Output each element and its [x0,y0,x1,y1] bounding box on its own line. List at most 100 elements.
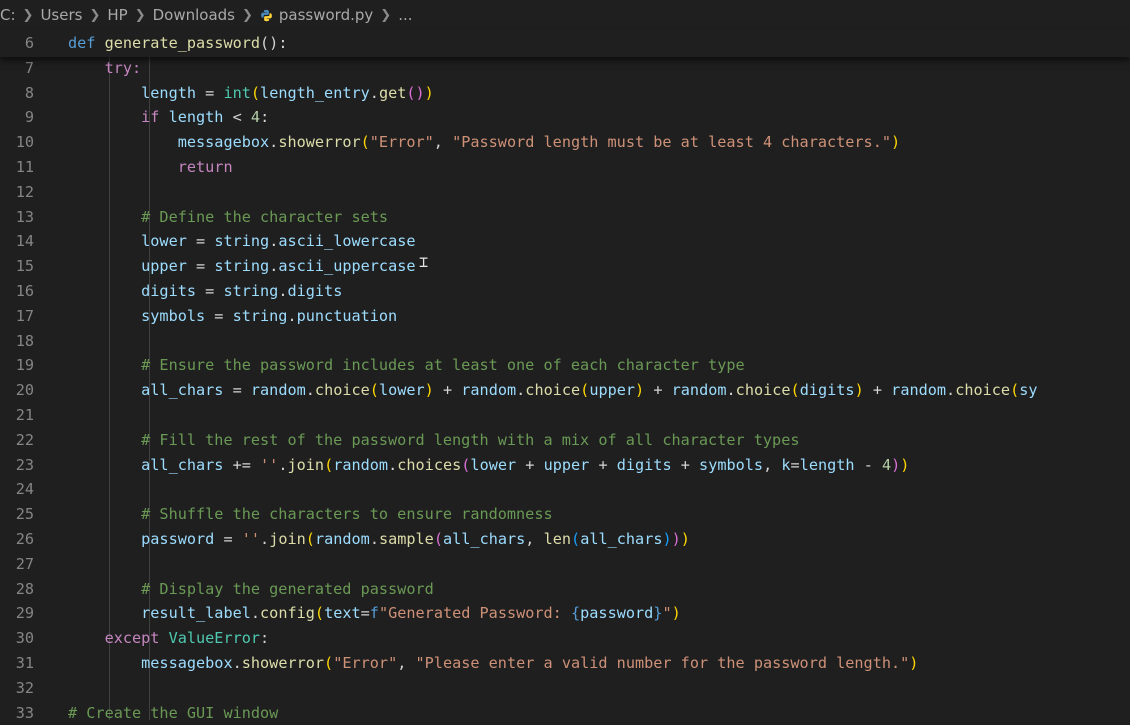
code-line[interactable]: 17 symbols = string.punctuation [0,304,1130,328]
code-line[interactable]: 32 [0,676,1130,700]
code-token: # Define the character sets [68,207,389,226]
line-number: 30 [15,629,34,648]
code-text: symbols = string.punctuation [68,304,397,328]
code-token: { [570,604,581,623]
code-token: len [543,530,572,548]
code-token: ) [909,654,919,672]
code-text: except ValueError: [68,626,270,650]
code-line[interactable]: 21 [0,403,1130,427]
line-number: 18 [15,331,34,350]
code-line[interactable]: 9 if length < 4: [0,105,1130,129]
code-token: sy [1019,381,1038,400]
code-token: 4 [250,108,261,127]
code-token: ) [671,530,681,548]
code-text: upper = string.ascii_uppercase [68,254,415,278]
code-line[interactable]: 8 length = int(length_entry.get()) [0,81,1130,105]
code-line[interactable]: 31 messagebox.showerror("Error", "Please… [0,651,1130,675]
code-token: ) [662,530,672,548]
code-text: length = int(length_entry.get()) [68,81,434,105]
code-token: ) [635,381,645,400]
code-line[interactable]: 11 return [0,155,1130,179]
line-number: 9 [24,108,34,127]
code-line[interactable]: 7 try: [0,56,1130,80]
code-line[interactable]: 13 # Define the character sets [0,205,1130,229]
code-token: + [671,455,700,474]
code-token: f [369,604,379,623]
code-line[interactable]: 15 upper = string.ascii_uppercase [0,254,1130,278]
line-number: 10 [15,133,34,152]
code-line[interactable]: 16 digits = string.digits [0,279,1130,303]
code-token: # Shuffle the characters to ensure rando… [68,505,553,524]
code-token: string [214,257,270,276]
code-token: string [223,282,279,300]
code-token: digits [799,381,855,400]
code-token: sample [378,530,434,548]
code-token: messagebox [68,133,270,152]
line-number: 15 [15,257,34,276]
code-token: length [68,83,197,102]
code-token: choice [314,381,370,400]
code-line[interactable]: 28 # Display the generated password [0,577,1130,601]
code-line[interactable]: 14 lower = string.ascii_lowercase [0,229,1130,253]
code-token: += [223,455,261,474]
code-text: if length < 4: [68,105,269,129]
code-line[interactable]: 6 def generate_password(): [0,31,1130,55]
code-token: = [360,604,370,623]
code-editor[interactable]: 6 def generate_password(): 7 try: 8 length … [0,0,1130,722]
code-token: random [333,455,389,474]
code-line[interactable]: 10 messagebox.showerror("Error", "Passwo… [0,130,1130,154]
code-token: string [214,232,270,251]
code-token: - [854,455,882,474]
code-line[interactable]: 30 except ValueError: [0,626,1130,650]
code-token: ( [314,604,325,623]
code-token: ( [324,654,334,672]
code-token: . [250,604,261,623]
code-line[interactable]: 20 all_chars = random.choice(lower) + ra… [0,378,1130,402]
code-token: , [397,654,416,672]
code-line[interactable]: 23 all_chars += ''.join(random.choices(l… [0,453,1130,477]
code-token: all_chars [443,530,526,548]
code-token: join [287,455,325,474]
code-token: . [726,381,736,400]
code-token: # Ensure the password includes at least … [68,356,745,375]
code-token: + [644,381,672,400]
code-token: ( [1010,381,1020,400]
line-number: 32 [15,678,34,697]
code-token: = [790,455,800,474]
code-token: length [168,108,224,127]
code-text: all_chars = random.choice(lower) + rando… [68,378,1038,402]
code-token: : [260,108,270,127]
code-line[interactable]: 29 result_label.config(text=f"Generated … [0,601,1130,625]
code-token: upper [543,455,590,474]
code-token: = [196,83,224,102]
code-token: text [324,604,361,623]
code-token: length_entry [260,83,370,102]
code-text: password = ''.join(random.sample(all_cha… [68,527,690,551]
code-line[interactable]: 19 # Ensure the password includes at lea… [0,353,1130,377]
code-token: "Error" [369,133,434,152]
code-token: ValueError [168,629,261,648]
code-line[interactable]: 12 [0,180,1130,204]
code-text: def generate_password(): [68,31,287,55]
code-line[interactable]: 27 [0,552,1130,576]
code-text: # Display the generated password [68,577,434,601]
code-token: messagebox [68,654,233,672]
code-line[interactable]: 33 # Create the GUI window [0,701,1130,725]
line-number: 7 [24,58,34,77]
code-line[interactable]: 24 [0,477,1130,501]
code-line[interactable]: 22 # Fill the rest of the password lengt… [0,428,1130,452]
line-number: 13 [15,207,34,226]
code-line[interactable]: 18 [0,329,1130,353]
line-number: 23 [15,455,34,474]
code-token: password [580,604,654,623]
code-token: try: [68,58,142,77]
code-token: '' [241,530,261,548]
code-token: : [260,629,270,648]
code-token: upper [589,381,636,400]
code-line[interactable]: 26 password = ''.join(random.sample(all_… [0,527,1130,551]
code-text: # Shuffle the characters to ensure rando… [68,502,553,526]
code-line[interactable]: 25 # Shuffle the characters to ensure ra… [0,502,1130,526]
code-token: = [223,381,251,400]
line-number: 22 [15,430,34,449]
code-token: punctuation [296,306,398,325]
